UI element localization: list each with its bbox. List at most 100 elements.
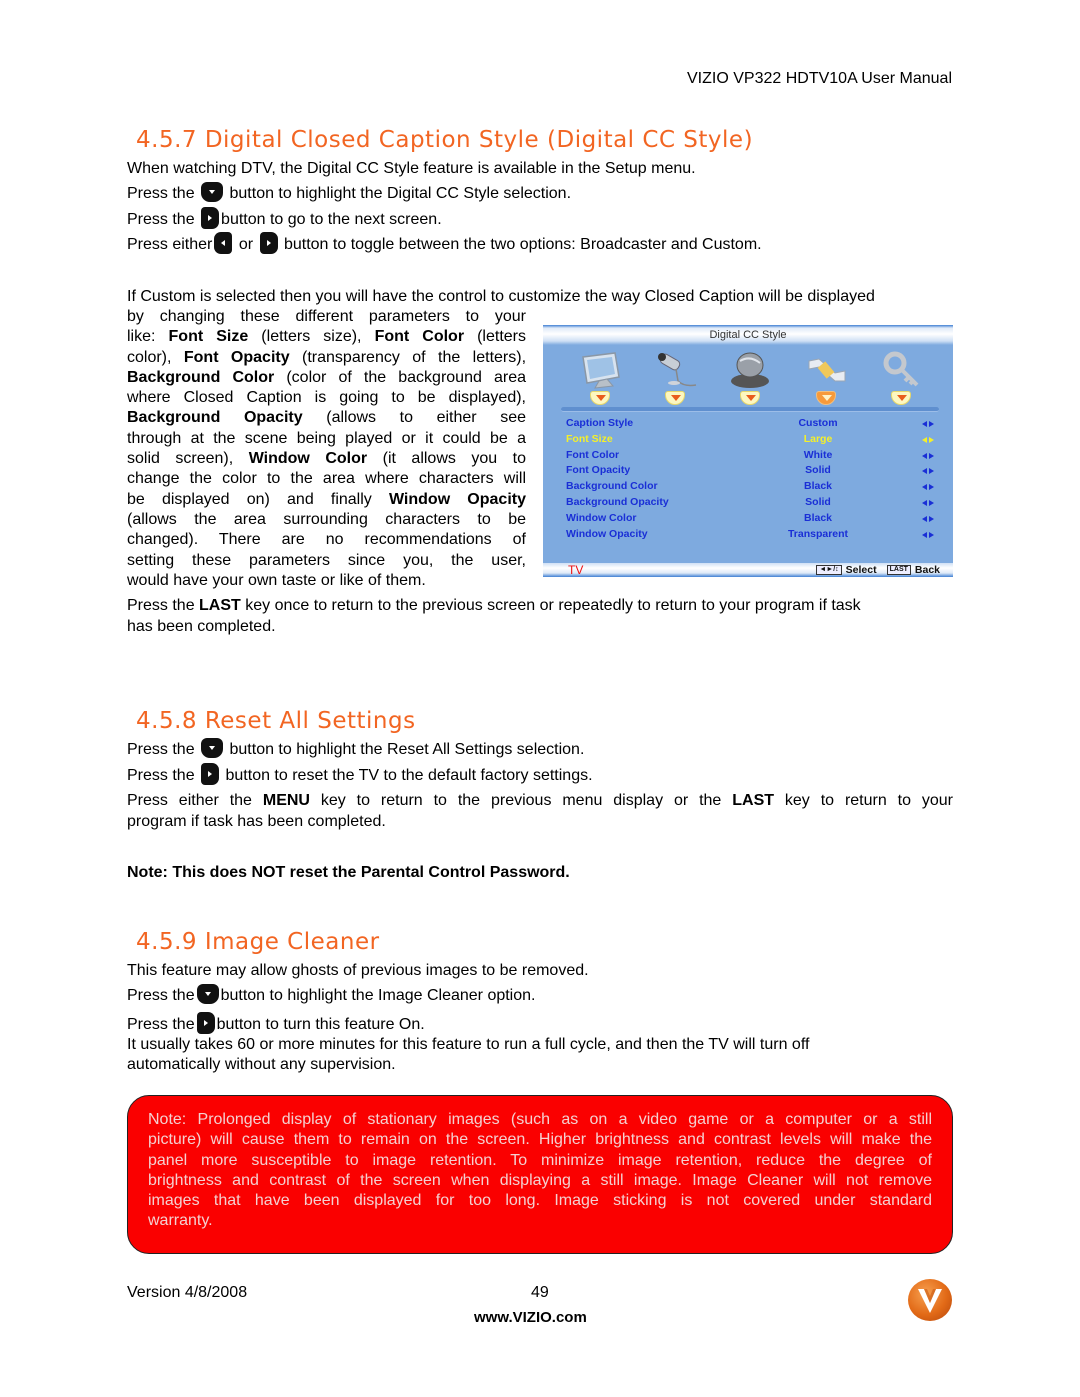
step-text: or	[238, 236, 254, 253]
desc-line: would have your own taste or like of the…	[127, 571, 426, 589]
last-key-icon: LAST	[886, 565, 911, 575]
step-text: button to highlight the Image Cleaner op…	[220, 987, 536, 1004]
section-title-reset-all-settings: 4.5.8 Reset All Settings	[136, 708, 416, 734]
desc-line: color), Font Opacity (transparency of th…	[127, 348, 526, 368]
text: (transparency of the letters),	[289, 348, 527, 366]
right-arrow-button-icon	[201, 762, 220, 785]
section-title-image-cleaner: 4.5.9 Image Cleaner	[136, 929, 380, 955]
term-background-color: Background Color	[127, 368, 275, 386]
text: (allows to either see	[302, 409, 526, 427]
osd-row-background-color[interactable]: Background Color Black	[543, 480, 953, 496]
left-right-arrows-icon[interactable]	[922, 531, 934, 539]
instruction-step: Press the button to reset the TV to the …	[127, 762, 593, 786]
term-font-opacity: Font Opacity	[183, 348, 290, 366]
microphone-icon	[658, 353, 697, 387]
row-label: Background Color	[566, 480, 658, 493]
tv-icon	[582, 352, 620, 389]
paragraph-menu-last: Press either the MENU key to return to t…	[127, 791, 953, 811]
digital-cc-style-menu-screenshot: Digital CC Style Caption Style Custom Fo…	[543, 325, 953, 577]
term-background-opacity: Background Opacity	[127, 409, 303, 427]
left-right-arrows-icon[interactable]	[922, 421, 934, 428]
vizio-logo-icon	[908, 1279, 952, 1321]
desc-line: change the color to the area where chara…	[127, 470, 526, 488]
tab-indicator[interactable]	[590, 391, 610, 405]
instruction-step: Press the button to highlight the Reset …	[127, 737, 584, 760]
v-letter-icon	[918, 1289, 942, 1313]
instruction-step: Press either or button to toggle between…	[127, 231, 762, 255]
row-value: Solid	[805, 464, 831, 477]
desc-line: (allows the area surrounding characters …	[127, 510, 526, 528]
version-label: Version 4/8/2008	[127, 1284, 248, 1301]
left-right-arrows-icon[interactable]	[922, 436, 934, 444]
osd-row-font-color[interactable]: Font Color White	[543, 449, 953, 465]
step-text: Press the	[127, 767, 195, 784]
row-label: Window Color	[566, 511, 637, 524]
term-font-size: Font Size	[168, 328, 249, 346]
desc-line: changed). There are no recommendations o…	[127, 531, 526, 549]
osd-row-font-opacity[interactable]: Font Opacity Solid	[543, 464, 953, 480]
left-right-arrows-icon[interactable]	[922, 468, 934, 475]
row-value: Large	[803, 432, 833, 445]
left-right-arrows-icon[interactable]	[922, 515, 934, 523]
osd-row-caption-style[interactable]: Caption Style Custom	[543, 417, 953, 433]
tab-indicator[interactable]	[665, 391, 685, 405]
instruction-step: Press the button to go to the next scree…	[127, 206, 442, 230]
osd-row-window-color[interactable]: Window Color Black	[543, 512, 953, 528]
warning-line: picture) will cause them to remain on th…	[148, 1131, 932, 1149]
term-font-color: Font Color	[374, 328, 465, 346]
back-hint: Back	[914, 564, 940, 576]
desc-line: like: Font Size (letters size), Font Col…	[127, 327, 526, 347]
osd-source-label: TV	[568, 563, 584, 577]
row-value: Solid	[805, 495, 831, 508]
desc-line: Background Color (color of the backgroun…	[127, 368, 526, 388]
desc-line: be displayed on) and finally Window Opac…	[127, 490, 526, 510]
key-last: LAST	[199, 597, 241, 614]
step-text: Press the	[127, 987, 195, 1004]
warning-line: panel more susceptible to image retentio…	[148, 1151, 932, 1169]
left-right-arrows-icon[interactable]	[922, 484, 934, 491]
tab-indicator[interactable]	[740, 391, 760, 405]
parental-password-note: Note: This does NOT reset the Parental C…	[127, 864, 570, 881]
text: (letters size),	[248, 328, 375, 346]
tab-indicator-active[interactable]	[816, 391, 836, 405]
osd-row-font-size[interactable]: Font Size Large	[543, 433, 953, 449]
row-label: Font Opacity	[566, 464, 631, 477]
row-value: Black	[803, 480, 833, 493]
text: color),	[127, 348, 184, 366]
left-right-arrows-icon[interactable]	[922, 499, 934, 507]
text: (it allows you to	[367, 450, 527, 468]
text: key once to return to the previous scree…	[240, 597, 861, 614]
row-value: White	[803, 448, 833, 461]
term-window-color: Window Color	[248, 450, 368, 468]
left-right-arrows-icon[interactable]	[922, 452, 934, 460]
navigation-keys-icon: ◄►/↕	[816, 565, 842, 575]
text: be displayed on) and finally	[127, 490, 389, 508]
instruction-step: Press the button to highlight the Digita…	[127, 181, 571, 204]
paragraph-last-key: Press the LAST key once to return to the…	[127, 596, 861, 616]
settings-icon	[808, 358, 846, 382]
paragraph-custom: If Custom is selected then you will have…	[127, 288, 875, 305]
step-text: Press the	[127, 1016, 195, 1033]
desc-line: Background Opacity (allows to either see	[127, 408, 526, 428]
instruction-step: Press the button to highlight the Image C…	[127, 983, 536, 1006]
section-title-digital-cc-style: 4.5.7 Digital Closed Caption Style (Digi…	[136, 127, 754, 153]
paragraph-menu-last-cont: program if task has been completed.	[127, 813, 386, 830]
tab-indicator[interactable]	[891, 391, 911, 405]
down-arrow-button-icon	[201, 181, 224, 202]
desc-line: through at the scene being played or it …	[127, 429, 526, 447]
warning-line: Note: Prolonged display of stationary im…	[148, 1111, 932, 1128]
step-text: button to go to the next screen.	[221, 211, 442, 228]
select-hint: Select	[845, 564, 877, 576]
step-text: Press the	[127, 185, 195, 202]
osd-row-window-opacity[interactable]: Window Opacity Transparent	[543, 528, 953, 544]
paragraph-intro: When watching DTV, the Digital CC Style …	[127, 160, 696, 177]
website-link[interactable]: www.VIZIO.com	[474, 1309, 587, 1326]
osd-row-background-opacity[interactable]: Background Opacity Solid	[543, 496, 953, 512]
key-icon	[883, 351, 919, 387]
osd-key-hints: ◄►/↕ Select LAST Back	[816, 563, 940, 577]
down-arrow-button-icon	[196, 983, 219, 1004]
step-text: Press the	[127, 741, 195, 758]
row-label: Caption Style	[566, 417, 634, 429]
right-arrow-button-icon	[196, 1011, 215, 1034]
row-value: Transparent	[787, 527, 849, 540]
